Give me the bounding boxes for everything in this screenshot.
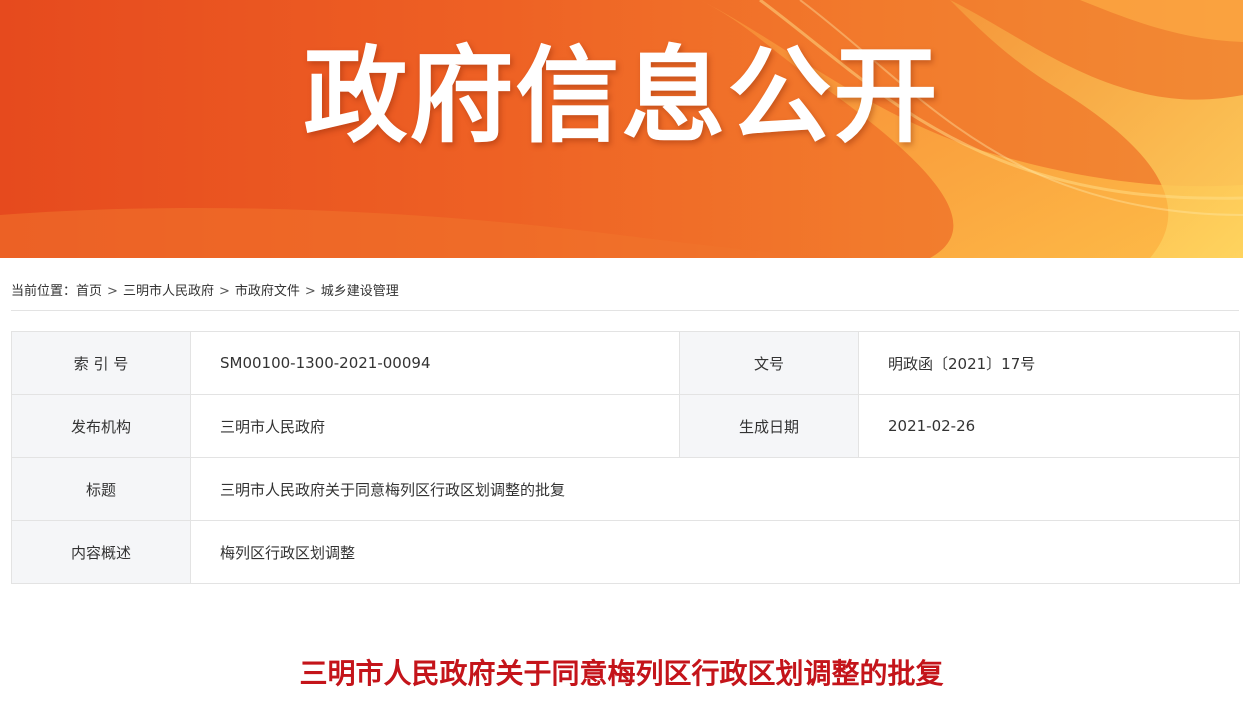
breadcrumb: 当前位置：首页 > 三明市人民政府 > 市政府文件 > 城乡建设管理 <box>11 280 399 299</box>
document-title: 三明市人民政府关于同意梅列区行政区划调整的批复 <box>299 657 944 690</box>
table-row: 发布机构 三明市人民政府 生成日期 2021-02-26 <box>11 394 1240 458</box>
date-label: 生成日期 <box>679 394 859 458</box>
breadcrumb-link-sanming-gov[interactable]: 三明市人民政府 <box>123 284 214 299</box>
banner-title: 政府信息公开 <box>303 35 940 157</box>
index-number-label: 索 引 号 <box>11 331 191 395</box>
breadcrumb-link-gov-documents[interactable]: 市政府文件 <box>235 284 300 299</box>
breadcrumb-separator: > <box>107 284 118 299</box>
breadcrumb-link-home[interactable]: 首页 <box>76 284 102 299</box>
table-row: 索 引 号 SM00100-1300-2021-00094 文号 明政函〔202… <box>11 331 1240 395</box>
date-value: 2021-02-26 <box>858 394 1240 458</box>
summary-label: 内容概述 <box>11 520 191 584</box>
publisher-value: 三明市人民政府 <box>190 394 680 458</box>
table-row: 内容概述 梅列区行政区划调整 <box>11 520 1240 584</box>
index-number-value: SM00100-1300-2021-00094 <box>190 331 680 395</box>
title-value: 三明市人民政府关于同意梅列区行政区划调整的批复 <box>190 457 1240 521</box>
breadcrumb-link-urban-rural[interactable]: 城乡建设管理 <box>321 284 399 299</box>
title-label: 标题 <box>11 457 191 521</box>
publisher-label: 发布机构 <box>11 394 191 458</box>
document-info-table: 索 引 号 SM00100-1300-2021-00094 文号 明政函〔202… <box>11 331 1240 584</box>
breadcrumb-separator: > <box>304 284 316 299</box>
document-number-label: 文号 <box>679 331 859 395</box>
summary-value: 梅列区行政区划调整 <box>190 520 1240 584</box>
document-number-value: 明政函〔2021〕17号 <box>858 331 1240 395</box>
breadcrumb-separator: > <box>218 284 230 299</box>
header-banner: 政府信息公开 <box>0 0 1243 258</box>
table-row: 标题 三明市人民政府关于同意梅列区行政区划调整的批复 <box>11 457 1240 521</box>
breadcrumb-divider <box>11 310 1239 311</box>
breadcrumb-prefix: 当前位置： <box>11 284 77 299</box>
